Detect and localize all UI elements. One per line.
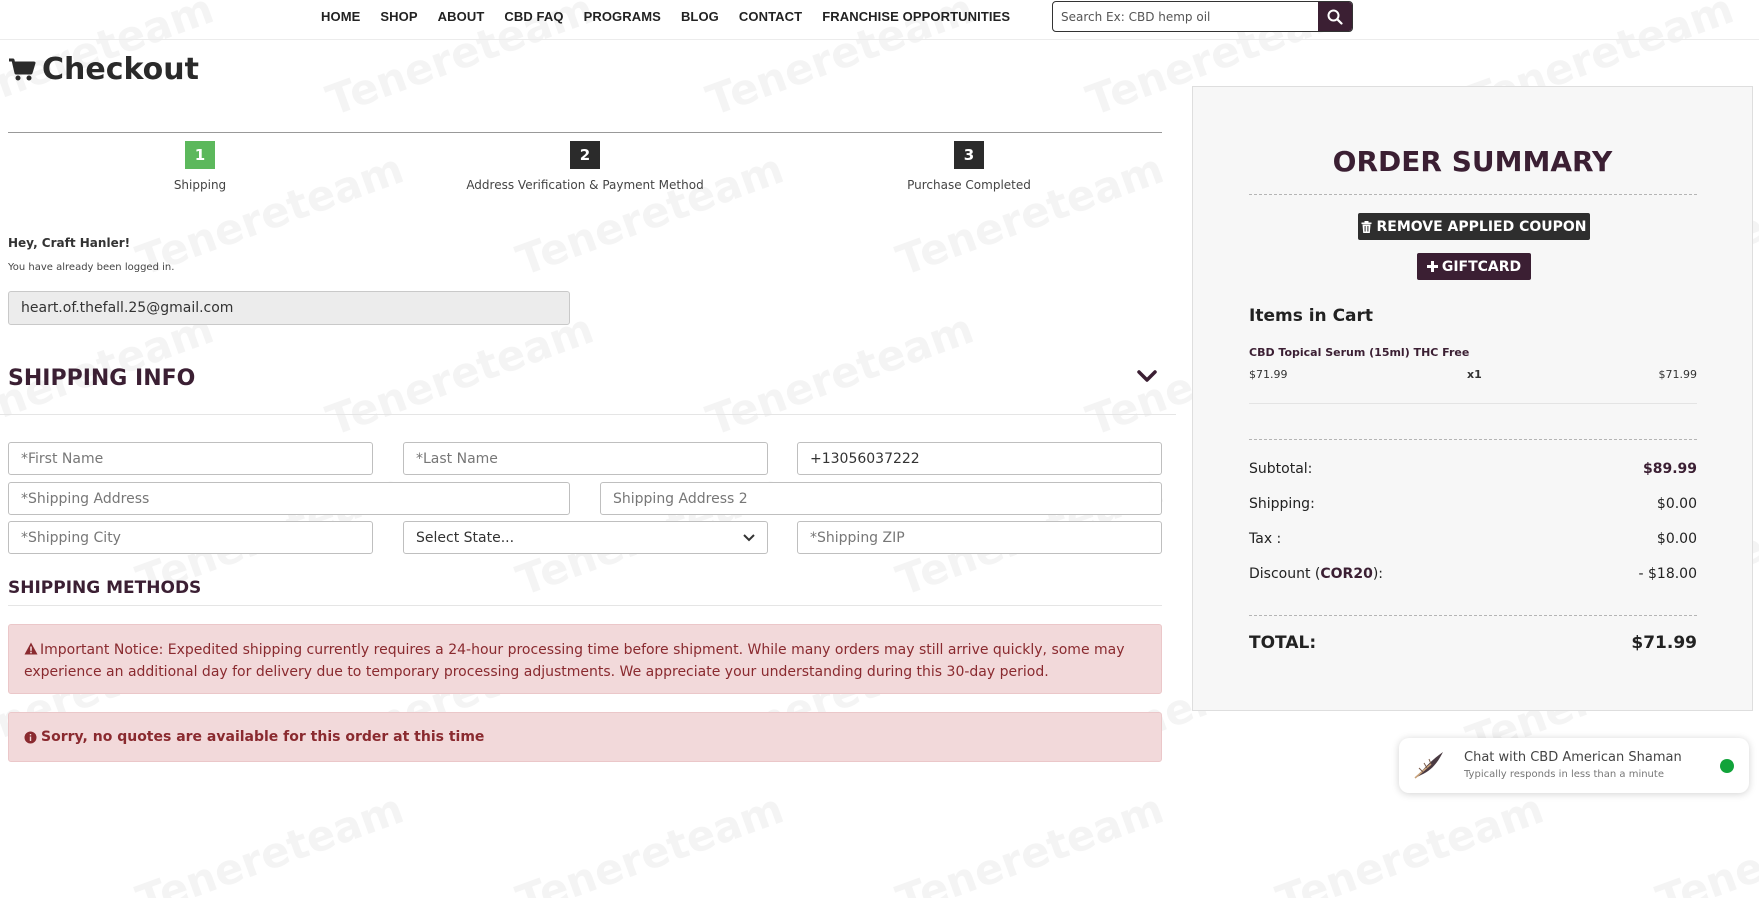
nav-about[interactable]: ABOUT bbox=[438, 9, 485, 24]
subtotal-value: $89.99 bbox=[1642, 461, 1697, 477]
tax-row: Tax : $0.00 bbox=[1249, 531, 1697, 547]
cart-item-qty: x1 bbox=[1467, 368, 1482, 381]
items-in-cart-title: Items in Cart bbox=[1249, 306, 1374, 326]
discount-prefix: Discount ( bbox=[1249, 566, 1321, 582]
feather-icon bbox=[1414, 752, 1443, 779]
shipping-address-field[interactable] bbox=[8, 482, 570, 515]
cart-item-price: $71.99 bbox=[1249, 368, 1288, 381]
chevron-down-icon bbox=[743, 533, 755, 541]
divider bbox=[0, 414, 1176, 415]
total-value: $71.99 bbox=[1631, 633, 1697, 653]
step-label: Shipping bbox=[173, 178, 227, 192]
chat-subtitle: Typically responds in less than a minute bbox=[1464, 769, 1664, 780]
shipping-city-field[interactable] bbox=[8, 521, 373, 554]
giftcard-button[interactable]: GIFTCARD bbox=[1417, 253, 1531, 280]
step-number: 2 bbox=[570, 141, 600, 169]
order-summary-title: ORDER SUMMARY bbox=[1332, 145, 1613, 178]
search-icon bbox=[1327, 9, 1343, 25]
step-label: Address Verification & Payment Method bbox=[466, 178, 704, 192]
step-payment: 2 Address Verification & Payment Method bbox=[435, 141, 735, 192]
total-label: TOTAL: bbox=[1249, 633, 1317, 653]
page-title: Checkout bbox=[8, 52, 199, 87]
watermark-text: Tenereteam bbox=[700, 304, 980, 446]
tax-label: Tax : bbox=[1249, 531, 1282, 547]
divider bbox=[8, 605, 1162, 606]
step-number: 3 bbox=[954, 141, 984, 169]
nav-blog[interactable]: BLOG bbox=[681, 9, 719, 24]
nav-shop[interactable]: SHOP bbox=[380, 9, 417, 24]
nav-franchise[interactable]: FRANCHISE OPPORTUNITIES bbox=[822, 9, 1010, 24]
last-name-field[interactable] bbox=[403, 442, 768, 475]
subtotal-row: Subtotal: $89.99 bbox=[1249, 461, 1697, 477]
shipping-info-header: SHIPPING INFO bbox=[8, 366, 196, 391]
online-status-dot bbox=[1720, 759, 1734, 773]
subtotal-label: Subtotal: bbox=[1249, 461, 1313, 477]
step-label: Purchase Completed bbox=[907, 178, 1031, 192]
shipping-notice: Important Notice: Expedited shipping cur… bbox=[8, 624, 1162, 694]
shipping-methods-header: SHIPPING METHODS bbox=[8, 578, 202, 598]
email-field[interactable] bbox=[8, 291, 570, 325]
plus-icon bbox=[1426, 261, 1438, 272]
shopping-cart-icon bbox=[9, 58, 36, 80]
watermark-text: Tenereteam bbox=[1650, 784, 1759, 898]
nav-cbd-faq[interactable]: CBD FAQ bbox=[504, 9, 563, 24]
shipping-value: $0.00 bbox=[1656, 496, 1697, 512]
total-row: TOTAL: $71.99 bbox=[1249, 633, 1697, 653]
discount-label: Discount (COR20): bbox=[1249, 566, 1383, 582]
trash-icon bbox=[1361, 220, 1372, 233]
order-summary-panel: ORDER SUMMARY REMOVE APPLIED COUPON GIFT… bbox=[1192, 86, 1753, 711]
discount-value: - $18.00 bbox=[1638, 566, 1698, 582]
discount-code: COR20 bbox=[1320, 566, 1373, 582]
discount-suffix: ): bbox=[1372, 566, 1384, 582]
watermark-text: Tenereteam bbox=[890, 784, 1170, 898]
divider bbox=[1249, 403, 1697, 404]
search-input[interactable] bbox=[1053, 2, 1318, 31]
shipping-row: Shipping: $0.00 bbox=[1249, 496, 1697, 512]
first-name-field[interactable] bbox=[8, 442, 373, 475]
divider bbox=[1249, 439, 1697, 440]
no-quotes-text: Sorry, no quotes are available for this … bbox=[41, 729, 485, 745]
nav-contact[interactable]: CONTACT bbox=[739, 9, 802, 24]
cart-item-name: CBD Topical Serum (15ml) THC Free bbox=[1249, 346, 1470, 359]
greeting: Hey, Craft Hanler! bbox=[8, 236, 131, 250]
no-quotes-alert: Sorry, no quotes are available for this … bbox=[8, 712, 1162, 762]
chat-title: Chat with CBD American Shaman bbox=[1464, 750, 1682, 765]
discount-row: Discount (COR20): - $18.00 bbox=[1249, 566, 1697, 582]
tax-value: $0.00 bbox=[1656, 531, 1697, 547]
phone-field[interactable] bbox=[797, 442, 1162, 475]
remove-coupon-button[interactable]: REMOVE APPLIED COUPON bbox=[1358, 213, 1590, 240]
step-completed: 3 Purchase Completed bbox=[869, 141, 1069, 192]
main-menu: HOME SHOP ABOUT CBD FAQ PROGRAMS BLOG CO… bbox=[321, 9, 1030, 24]
chevron-down-icon bbox=[1137, 370, 1157, 382]
nav-programs[interactable]: PROGRAMS bbox=[584, 9, 661, 24]
step-number: 1 bbox=[185, 141, 215, 169]
divider bbox=[1249, 194, 1697, 195]
notice-text: Important Notice: Expedited shipping cur… bbox=[24, 642, 1125, 680]
watermark-text: Tenereteam bbox=[510, 784, 790, 898]
search-box bbox=[1052, 1, 1353, 32]
watermark-text: Tenereteam bbox=[1270, 784, 1550, 898]
step-shipping: 1 Shipping bbox=[100, 141, 300, 192]
giftcard-label: GIFTCARD bbox=[1441, 258, 1522, 275]
remove-coupon-label: REMOVE APPLIED COUPON bbox=[1376, 218, 1587, 235]
checkout-title-text: Checkout bbox=[42, 52, 199, 87]
nav-home[interactable]: HOME bbox=[321, 9, 360, 24]
watermark-text: Tenereteam bbox=[130, 784, 410, 898]
state-select-value: Select State... bbox=[416, 529, 515, 546]
warning-icon bbox=[24, 642, 38, 655]
shipping-zip-field[interactable] bbox=[797, 521, 1162, 554]
top-navigation: HOME SHOP ABOUT CBD FAQ PROGRAMS BLOG CO… bbox=[0, 0, 1759, 40]
search-button[interactable] bbox=[1318, 2, 1352, 31]
logged-in-message: You have already been logged in. bbox=[8, 262, 175, 273]
chat-widget[interactable]: Chat with CBD American Shaman Typically … bbox=[1399, 738, 1749, 793]
state-select[interactable]: Select State... bbox=[403, 521, 768, 554]
divider bbox=[1249, 615, 1697, 616]
steps-track bbox=[8, 132, 1162, 133]
collapse-toggle[interactable] bbox=[1136, 368, 1158, 388]
shipping-label: Shipping: bbox=[1249, 496, 1315, 512]
info-circle-icon bbox=[24, 731, 37, 743]
shipping-address2-field[interactable] bbox=[600, 482, 1162, 515]
cart-item-total: $71.99 bbox=[1658, 368, 1698, 381]
